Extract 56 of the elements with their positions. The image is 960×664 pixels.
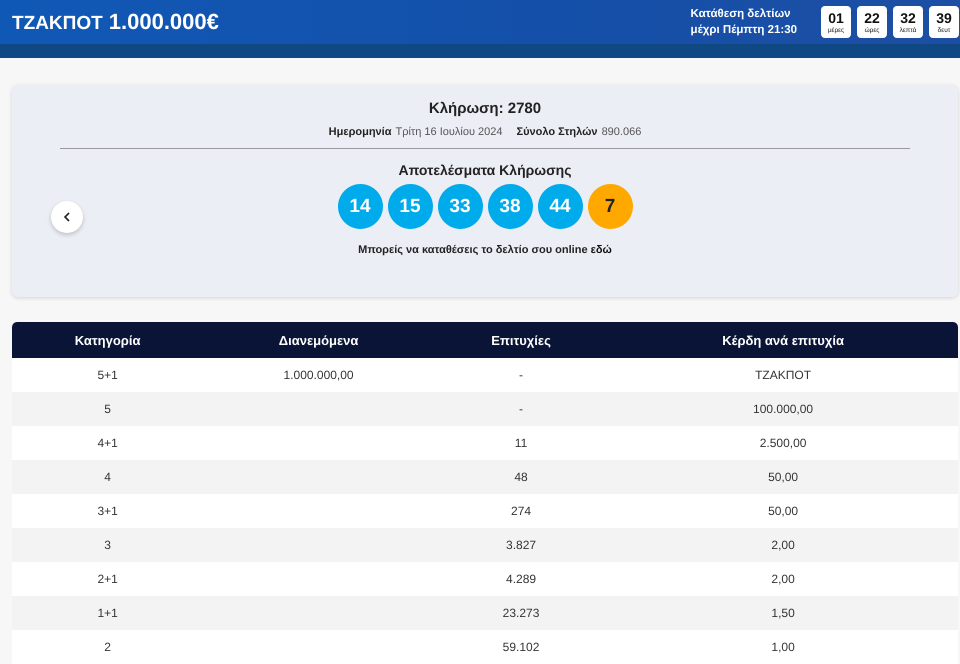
table-cell: 274 bbox=[434, 494, 608, 528]
table-cell: 50,00 bbox=[608, 494, 958, 528]
deadline-text: Κατάθεση δελτίων bbox=[690, 7, 792, 22]
number-ball: 15 bbox=[388, 184, 432, 229]
table-cell: - bbox=[434, 392, 608, 426]
table-cell: 4.289 bbox=[434, 562, 608, 596]
jackpot-amount: 1.000.000€ bbox=[108, 9, 219, 35]
draw-title: Κλήρωση: 2780 bbox=[428, 100, 542, 117]
previous-button[interactable] bbox=[51, 201, 83, 233]
table-cell: 23.273 bbox=[434, 596, 608, 630]
here-link[interactable]: εδώ bbox=[590, 244, 612, 256]
table-cell: 2 bbox=[12, 630, 204, 664]
table-cell: 5 bbox=[12, 392, 204, 426]
table-cell: 59.102 bbox=[434, 630, 608, 664]
column-header: Επιτυχίες bbox=[434, 322, 608, 358]
countdown-value: 01 bbox=[828, 10, 844, 26]
table-cell: ΤΖΑΚΠΟΤ bbox=[608, 358, 958, 392]
column-header: Κατηγορία bbox=[12, 322, 204, 358]
column-header: Κέρδη ανά επιτυχία bbox=[608, 322, 958, 358]
table-cell: 1.000.000,00 bbox=[203, 358, 434, 392]
chevron-left-icon bbox=[64, 212, 70, 222]
date-label: Ημερομηνία bbox=[328, 126, 392, 138]
table-cell: 1,50 bbox=[608, 596, 958, 630]
table-cell: 48 bbox=[434, 460, 608, 494]
columns-label: Σύνολο Στηλών bbox=[516, 126, 598, 138]
table-cell: 4 bbox=[12, 460, 204, 494]
number-ball: 14 bbox=[338, 184, 382, 229]
countdown-value: 39 bbox=[936, 10, 952, 26]
column-header: Διανεμόμενα bbox=[203, 322, 434, 358]
table-cell: 50,00 bbox=[608, 460, 958, 494]
results-title: Αποτελέσματα Κλήρωσης bbox=[398, 162, 572, 178]
table-cell: 2,00 bbox=[608, 528, 958, 562]
table-cell: - bbox=[434, 358, 608, 392]
number-ball: 38 bbox=[488, 184, 532, 229]
table-cell: 5+1 bbox=[12, 358, 204, 392]
countdown-value: 32 bbox=[900, 10, 916, 26]
table-cell: 2.500,00 bbox=[608, 426, 958, 460]
table-cell: 3 bbox=[12, 528, 204, 562]
table-cell: 1,00 bbox=[608, 630, 958, 664]
columns-value: 890.066 bbox=[602, 126, 642, 138]
number-ball: 7 bbox=[588, 184, 632, 229]
number-ball: 44 bbox=[538, 184, 582, 229]
table-cell: 2,00 bbox=[608, 562, 958, 596]
table-cell: 4+1 bbox=[12, 426, 204, 460]
table-cell: 3+1 bbox=[12, 494, 204, 528]
countdown-value: 22 bbox=[864, 10, 880, 26]
number-ball: 33 bbox=[438, 184, 482, 229]
table-cell: 1+1 bbox=[12, 596, 204, 630]
deadline-text: μέχρι Πέμπτη 21:30 bbox=[690, 23, 797, 38]
table-cell: 11 bbox=[434, 426, 608, 460]
date-value: Τρίτη 16 Ιουλίου 2024 bbox=[395, 126, 503, 138]
table-cell: 100.000,00 bbox=[608, 392, 958, 426]
table-cell: 3.827 bbox=[434, 528, 608, 562]
jackpot-label: ΤΖΑΚΠΟΤ bbox=[12, 13, 103, 35]
table-cell: 2+1 bbox=[12, 562, 204, 596]
online-note: Μπορείς να καταθέσεις το δελτίο σου online εδώ bbox=[358, 244, 612, 256]
